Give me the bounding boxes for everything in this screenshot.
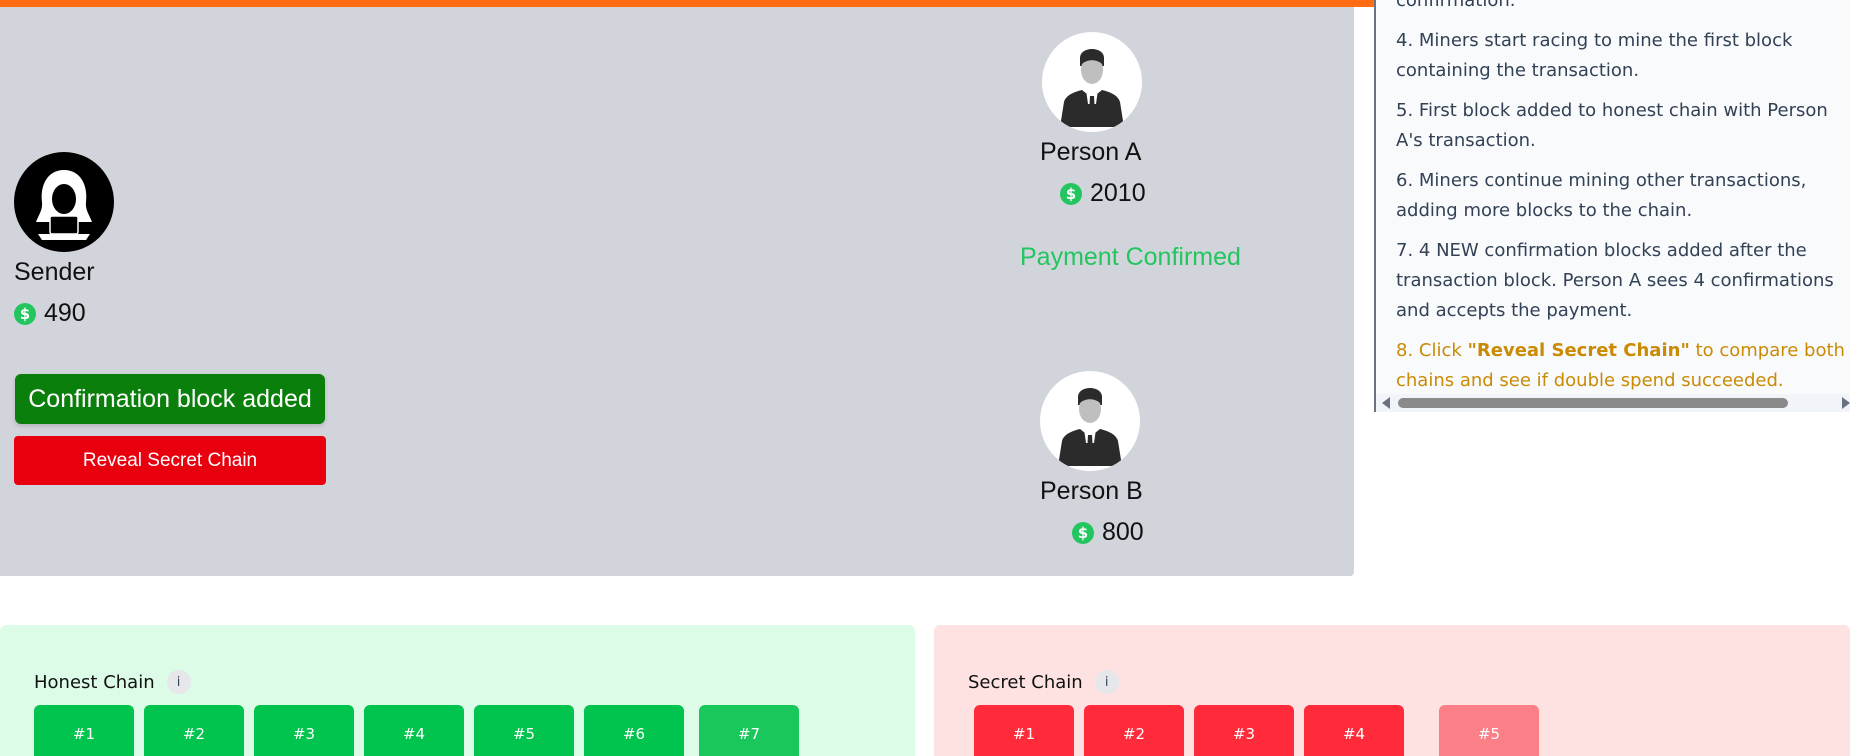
- secret-block[interactable]: #5: [1439, 705, 1539, 756]
- honest-block[interactable]: #5: [474, 705, 574, 756]
- honest-block[interactable]: #2: [144, 705, 244, 756]
- person-b-name: Person B: [1040, 477, 1143, 505]
- instructions-content: confirmation. 4. Miners start racing to …: [1396, 0, 1846, 406]
- honest-block[interactable]: #1: [34, 705, 134, 756]
- person-b-balance-value: 800: [1102, 518, 1144, 546]
- scroll-right-icon[interactable]: [1842, 397, 1850, 409]
- person-a-name: Person A: [1040, 138, 1142, 166]
- secret-block[interactable]: #4: [1304, 705, 1404, 756]
- sender-balance-value: 490: [44, 299, 86, 327]
- sender-card: Sender $ 490: [14, 152, 114, 328]
- sender-balance: $ 490: [14, 299, 114, 328]
- honest-chain-header: Honest Chain i: [34, 670, 191, 694]
- honest-block[interactable]: #3: [254, 705, 354, 756]
- dollar-coin-icon: $: [14, 302, 36, 325]
- instruction-partial: confirmation.: [1396, 0, 1516, 11]
- info-icon[interactable]: i: [1094, 670, 1119, 694]
- instructions-panel[interactable]: confirmation. 4. Miners start racing to …: [1374, 0, 1850, 412]
- businessman-icon: [1040, 371, 1140, 471]
- instruction-step-highlight: 8. Click "Reveal Secret Chain" to compar…: [1396, 336, 1846, 396]
- secret-block[interactable]: #1: [974, 705, 1074, 756]
- person-a-balance: $ 2010: [1060, 179, 1146, 208]
- hacker-icon: [14, 152, 114, 252]
- person-a-balance-value: 2010: [1090, 179, 1146, 207]
- horizontal-scrollbar[interactable]: [1376, 394, 1850, 412]
- confirmation-block-button[interactable]: Confirmation block added: [15, 374, 325, 424]
- payment-status: Payment Confirmed: [1020, 243, 1241, 271]
- reveal-secret-chain-button[interactable]: Reveal Secret Chain: [14, 436, 326, 485]
- honest-chain-panel: Honest Chain i #1 #2 #3 #4 #5 #6 #7: [0, 625, 915, 756]
- secret-chain-title: Secret Chain: [968, 671, 1083, 693]
- honest-chain-title: Honest Chain: [34, 671, 155, 693]
- secret-block[interactable]: #2: [1084, 705, 1184, 756]
- person-b-balance: $ 800: [1072, 518, 1144, 547]
- instruction-step: 7. 4 NEW confirmation blocks added after…: [1396, 240, 1834, 321]
- dollar-coin-icon: $: [1072, 521, 1094, 544]
- honest-block[interactable]: #7: [699, 705, 799, 756]
- scrollbar-thumb[interactable]: [1398, 398, 1788, 408]
- honest-block[interactable]: #6: [584, 705, 684, 756]
- secret-chain-panel: Secret Chain i #1 #2 #3 #4 #5: [934, 625, 1850, 756]
- businessman-icon: [1042, 32, 1142, 132]
- instruction-step: 5. First block added to honest chain wit…: [1396, 100, 1828, 151]
- dollar-coin-icon: $: [1060, 182, 1082, 205]
- instruction-step: 6. Miners continue mining other transact…: [1396, 170, 1807, 221]
- honest-block[interactable]: #4: [364, 705, 464, 756]
- sender-name: Sender: [14, 258, 95, 286]
- info-icon[interactable]: i: [166, 670, 191, 694]
- person-b-card: Person B $ 800: [1040, 371, 1144, 547]
- highlight-bold: "Reveal Secret Chain": [1467, 340, 1690, 361]
- scroll-left-icon[interactable]: [1382, 397, 1390, 409]
- highlight-prefix: 8. Click: [1396, 340, 1468, 361]
- simulation-area: Sender $ 490 Confirmation block added Re…: [0, 7, 1354, 576]
- secret-block[interactable]: #3: [1194, 705, 1294, 756]
- instruction-step: 4. Miners start racing to mine the first…: [1396, 30, 1793, 81]
- secret-chain-header: Secret Chain i: [968, 670, 1119, 694]
- person-a-card: Person A $ 2010: [1040, 32, 1146, 208]
